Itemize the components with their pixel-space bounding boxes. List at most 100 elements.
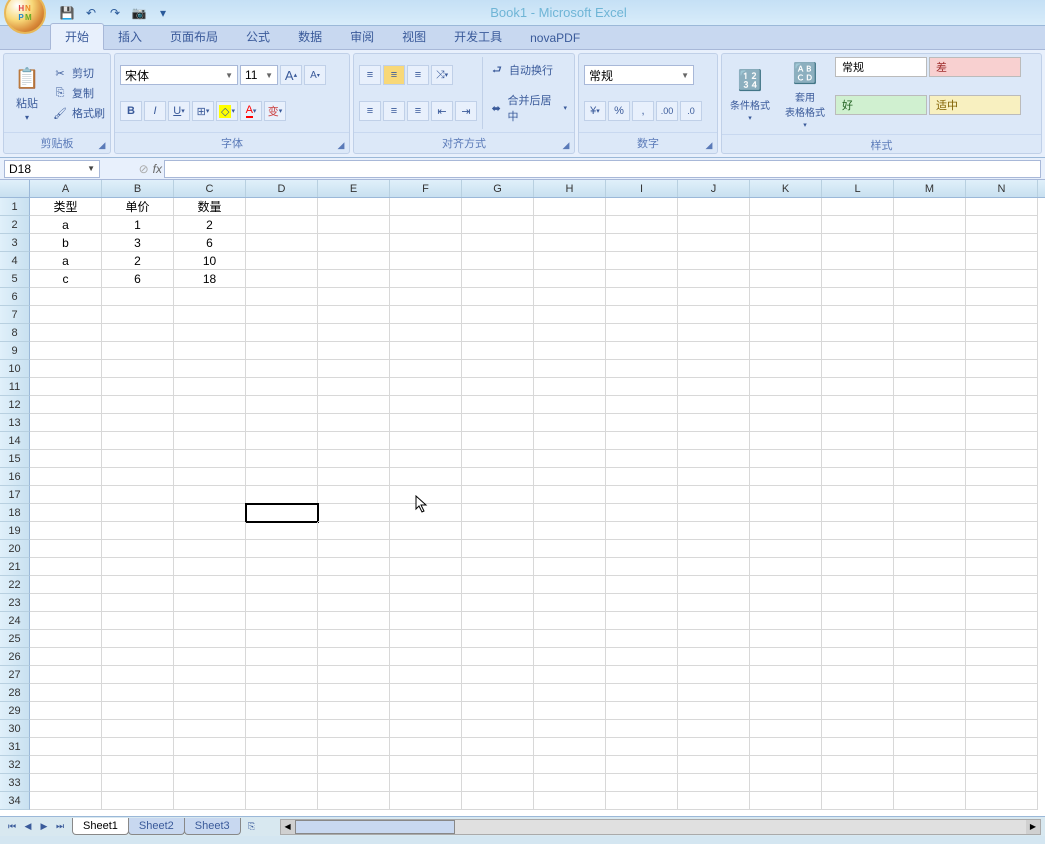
row-header[interactable]: 25 xyxy=(0,630,30,648)
cell[interactable]: 10 xyxy=(174,252,246,270)
cell[interactable] xyxy=(174,522,246,540)
cell[interactable] xyxy=(246,612,318,630)
comma-button[interactable]: , xyxy=(632,101,654,121)
cell[interactable] xyxy=(534,504,606,522)
launcher-icon[interactable]: ◢ xyxy=(96,140,108,152)
cell[interactable] xyxy=(678,630,750,648)
cell[interactable] xyxy=(606,216,678,234)
cell[interactable] xyxy=(894,468,966,486)
cell[interactable] xyxy=(246,342,318,360)
row-header[interactable]: 20 xyxy=(0,540,30,558)
cell[interactable] xyxy=(390,558,462,576)
cell[interactable] xyxy=(966,378,1038,396)
cell[interactable] xyxy=(318,720,390,738)
cell[interactable] xyxy=(462,360,534,378)
cell[interactable] xyxy=(750,576,822,594)
cell[interactable] xyxy=(606,540,678,558)
cell[interactable] xyxy=(174,414,246,432)
sheet-tab[interactable]: Sheet2 xyxy=(128,818,185,835)
row-header[interactable]: 27 xyxy=(0,666,30,684)
cell[interactable] xyxy=(894,558,966,576)
cell[interactable] xyxy=(606,270,678,288)
cell[interactable] xyxy=(606,324,678,342)
cell[interactable] xyxy=(462,378,534,396)
cell[interactable] xyxy=(750,360,822,378)
cell[interactable] xyxy=(174,468,246,486)
column-header[interactable]: C xyxy=(174,180,246,197)
cell[interactable] xyxy=(678,396,750,414)
increase-indent-button[interactable]: ⇥ xyxy=(455,101,477,121)
cell[interactable] xyxy=(30,414,102,432)
cell[interactable]: 1 xyxy=(102,216,174,234)
cell[interactable] xyxy=(174,756,246,774)
cell[interactable] xyxy=(462,522,534,540)
cell[interactable] xyxy=(246,576,318,594)
cell[interactable] xyxy=(102,612,174,630)
cell[interactable] xyxy=(318,252,390,270)
cell[interactable] xyxy=(246,684,318,702)
cell[interactable] xyxy=(102,594,174,612)
cell[interactable] xyxy=(534,648,606,666)
cell[interactable] xyxy=(678,774,750,792)
cell[interactable] xyxy=(102,342,174,360)
row-header[interactable]: 14 xyxy=(0,432,30,450)
cell[interactable] xyxy=(678,432,750,450)
cell[interactable] xyxy=(678,486,750,504)
cell[interactable] xyxy=(606,630,678,648)
row-header[interactable]: 11 xyxy=(0,378,30,396)
cell[interactable] xyxy=(174,324,246,342)
cell[interactable] xyxy=(102,288,174,306)
worksheet-grid[interactable]: ABCDEFGHIJKLMN 1234567891011121314151617… xyxy=(0,180,1045,816)
cell[interactable] xyxy=(534,630,606,648)
cell[interactable] xyxy=(750,288,822,306)
cell[interactable]: 2 xyxy=(102,252,174,270)
cell[interactable] xyxy=(174,738,246,756)
row-header[interactable]: 26 xyxy=(0,648,30,666)
cell[interactable] xyxy=(966,360,1038,378)
decrease-decimal-button[interactable]: .0 xyxy=(680,101,702,121)
cell[interactable] xyxy=(534,306,606,324)
cell[interactable] xyxy=(606,774,678,792)
cell[interactable] xyxy=(606,468,678,486)
cell[interactable] xyxy=(390,738,462,756)
formula-input[interactable] xyxy=(164,160,1041,178)
cell[interactable]: 2 xyxy=(174,216,246,234)
cell[interactable] xyxy=(678,198,750,216)
cell[interactable] xyxy=(102,792,174,810)
cell[interactable] xyxy=(894,666,966,684)
cell[interactable] xyxy=(174,792,246,810)
cell[interactable] xyxy=(894,702,966,720)
prev-sheet-button[interactable]: ◀ xyxy=(20,819,36,835)
cell[interactable] xyxy=(30,396,102,414)
cell[interactable] xyxy=(390,774,462,792)
cell[interactable] xyxy=(894,396,966,414)
name-box[interactable]: D18 ▼ xyxy=(4,160,100,178)
cell[interactable] xyxy=(822,342,894,360)
cell[interactable] xyxy=(174,486,246,504)
cell[interactable] xyxy=(606,306,678,324)
cell[interactable] xyxy=(534,342,606,360)
cell[interactable] xyxy=(30,450,102,468)
cell[interactable] xyxy=(822,234,894,252)
cell[interactable] xyxy=(318,450,390,468)
cell[interactable] xyxy=(30,648,102,666)
cell[interactable] xyxy=(246,522,318,540)
cell[interactable] xyxy=(750,648,822,666)
cell[interactable] xyxy=(174,342,246,360)
cell[interactable] xyxy=(246,378,318,396)
number-format-combo[interactable]: 常规▼ xyxy=(584,65,694,85)
column-header[interactable]: M xyxy=(894,180,966,197)
cell[interactable] xyxy=(318,702,390,720)
cell[interactable] xyxy=(966,540,1038,558)
cell[interactable] xyxy=(894,738,966,756)
row-header[interactable]: 6 xyxy=(0,288,30,306)
row-header[interactable]: 9 xyxy=(0,342,30,360)
launcher-icon[interactable]: ◢ xyxy=(703,140,715,152)
cell[interactable] xyxy=(318,630,390,648)
cell[interactable] xyxy=(822,450,894,468)
cell[interactable] xyxy=(174,720,246,738)
cell[interactable] xyxy=(390,198,462,216)
column-header[interactable]: I xyxy=(606,180,678,197)
cell[interactable] xyxy=(174,774,246,792)
cell[interactable] xyxy=(822,432,894,450)
